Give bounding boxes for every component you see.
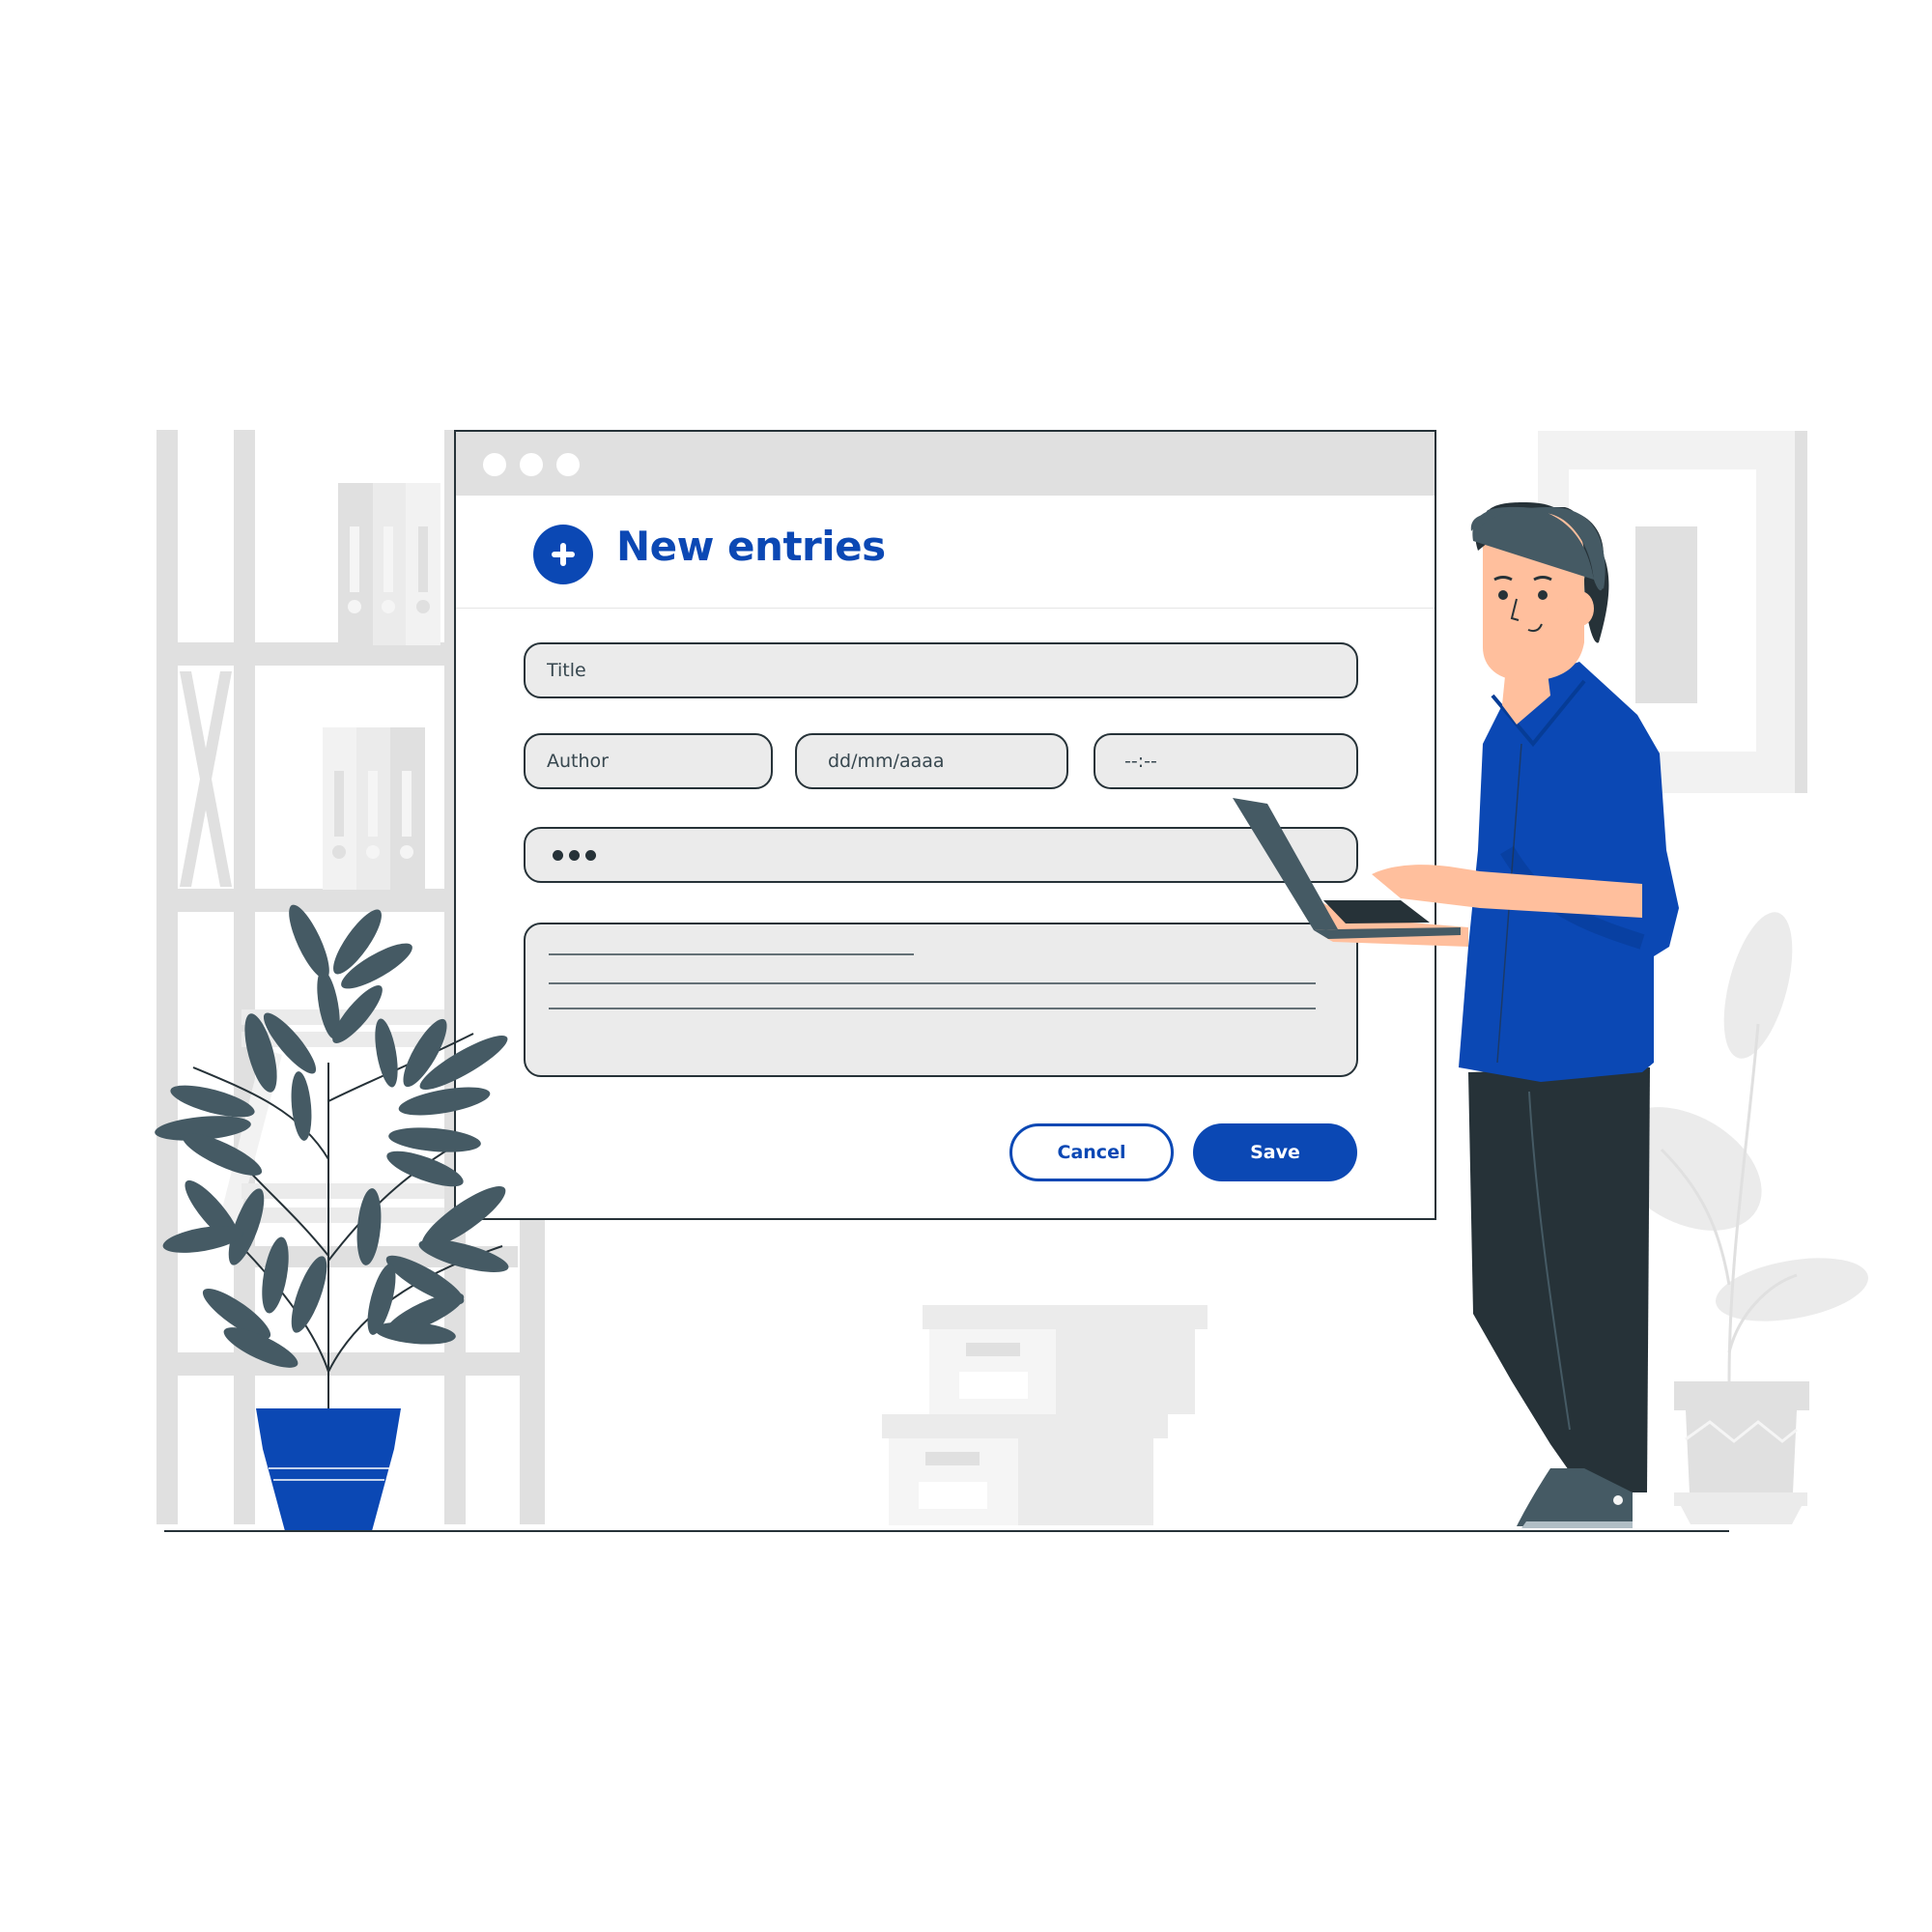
plant-leaves bbox=[155, 904, 509, 1368]
potted-plant bbox=[155, 904, 509, 1531]
person-illustration bbox=[1233, 502, 1679, 1528]
foreground-illustration bbox=[155, 502, 1679, 1531]
ground-line bbox=[164, 1530, 1729, 1532]
plant-pot bbox=[256, 1408, 401, 1531]
